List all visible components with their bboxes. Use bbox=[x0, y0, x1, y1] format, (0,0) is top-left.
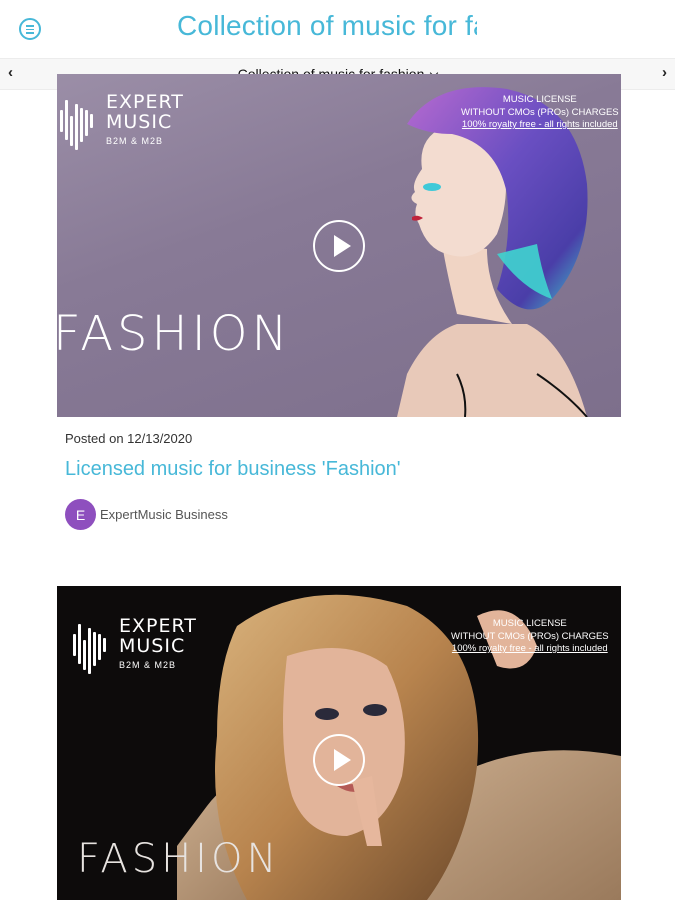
expert-music-logo: EXPERT MUSIC B2M & M2B bbox=[73, 616, 197, 674]
license-line2: WITHOUT CMOs (PROs) CHARGES bbox=[461, 106, 619, 118]
license-line2: WITHOUT CMOs (PROs) CHARGES bbox=[451, 630, 609, 642]
logo-name-line2: MUSIC bbox=[119, 635, 186, 657]
logo-name-line1: EXPERT bbox=[119, 615, 197, 637]
license-line1: MUSIC LICENSE bbox=[492, 618, 567, 629]
post-date: Posted on 12/13/2020 bbox=[65, 431, 193, 446]
chevron-right-icon[interactable]: › bbox=[662, 64, 667, 81]
video-thumbnail[interactable]: EXPERT MUSIC B2M & M2B MUSIC LICENSE WIT… bbox=[57, 586, 621, 900]
play-icon[interactable] bbox=[313, 220, 365, 272]
logo-subtitle: B2M & M2B bbox=[119, 660, 177, 670]
author-link[interactable]: E ExpertMusic Business bbox=[65, 499, 621, 530]
post-card: EXPERT MUSIC B2M & M2B MUSIC LICENSE WIT… bbox=[57, 74, 621, 530]
logo-subtitle: B2M & M2B bbox=[106, 136, 164, 146]
avatar: E bbox=[65, 499, 96, 530]
logo-mark-icon bbox=[60, 92, 98, 150]
author-name: ExpertMusic Business bbox=[100, 507, 228, 522]
logo-mark-icon bbox=[73, 616, 111, 674]
menu-icon[interactable] bbox=[19, 18, 41, 40]
thumbnail-overlay-text: FASHION bbox=[57, 306, 292, 362]
video-thumbnail[interactable]: EXPERT MUSIC B2M & M2B MUSIC LICENSE WIT… bbox=[57, 74, 621, 417]
logo-name-line1: EXPERT bbox=[106, 91, 184, 113]
top-bar: Collection of music for fa bbox=[0, 0, 675, 58]
license-line1: MUSIC LICENSE bbox=[502, 94, 577, 105]
license-line3: 100% royalty free - all rights included bbox=[451, 643, 608, 654]
thumbnail-overlay-text: FASHION bbox=[77, 836, 281, 882]
license-info: MUSIC LICENSE WITHOUT CMOs (PROs) CHARGE… bbox=[451, 618, 609, 656]
post-title-link[interactable]: Licensed music for business 'Fashion' bbox=[65, 458, 621, 481]
logo-name-line2: MUSIC bbox=[106, 111, 173, 133]
post-card: EXPERT MUSIC B2M & M2B MUSIC LICENSE WIT… bbox=[57, 586, 621, 900]
expert-music-logo: EXPERT MUSIC B2M & M2B bbox=[60, 92, 184, 150]
page-title: Collection of music for fa bbox=[177, 10, 477, 41]
license-line3: 100% royalty free - all rights included bbox=[461, 119, 618, 130]
play-icon[interactable] bbox=[313, 734, 365, 786]
license-info: MUSIC LICENSE WITHOUT CMOs (PROs) CHARGE… bbox=[461, 94, 619, 132]
